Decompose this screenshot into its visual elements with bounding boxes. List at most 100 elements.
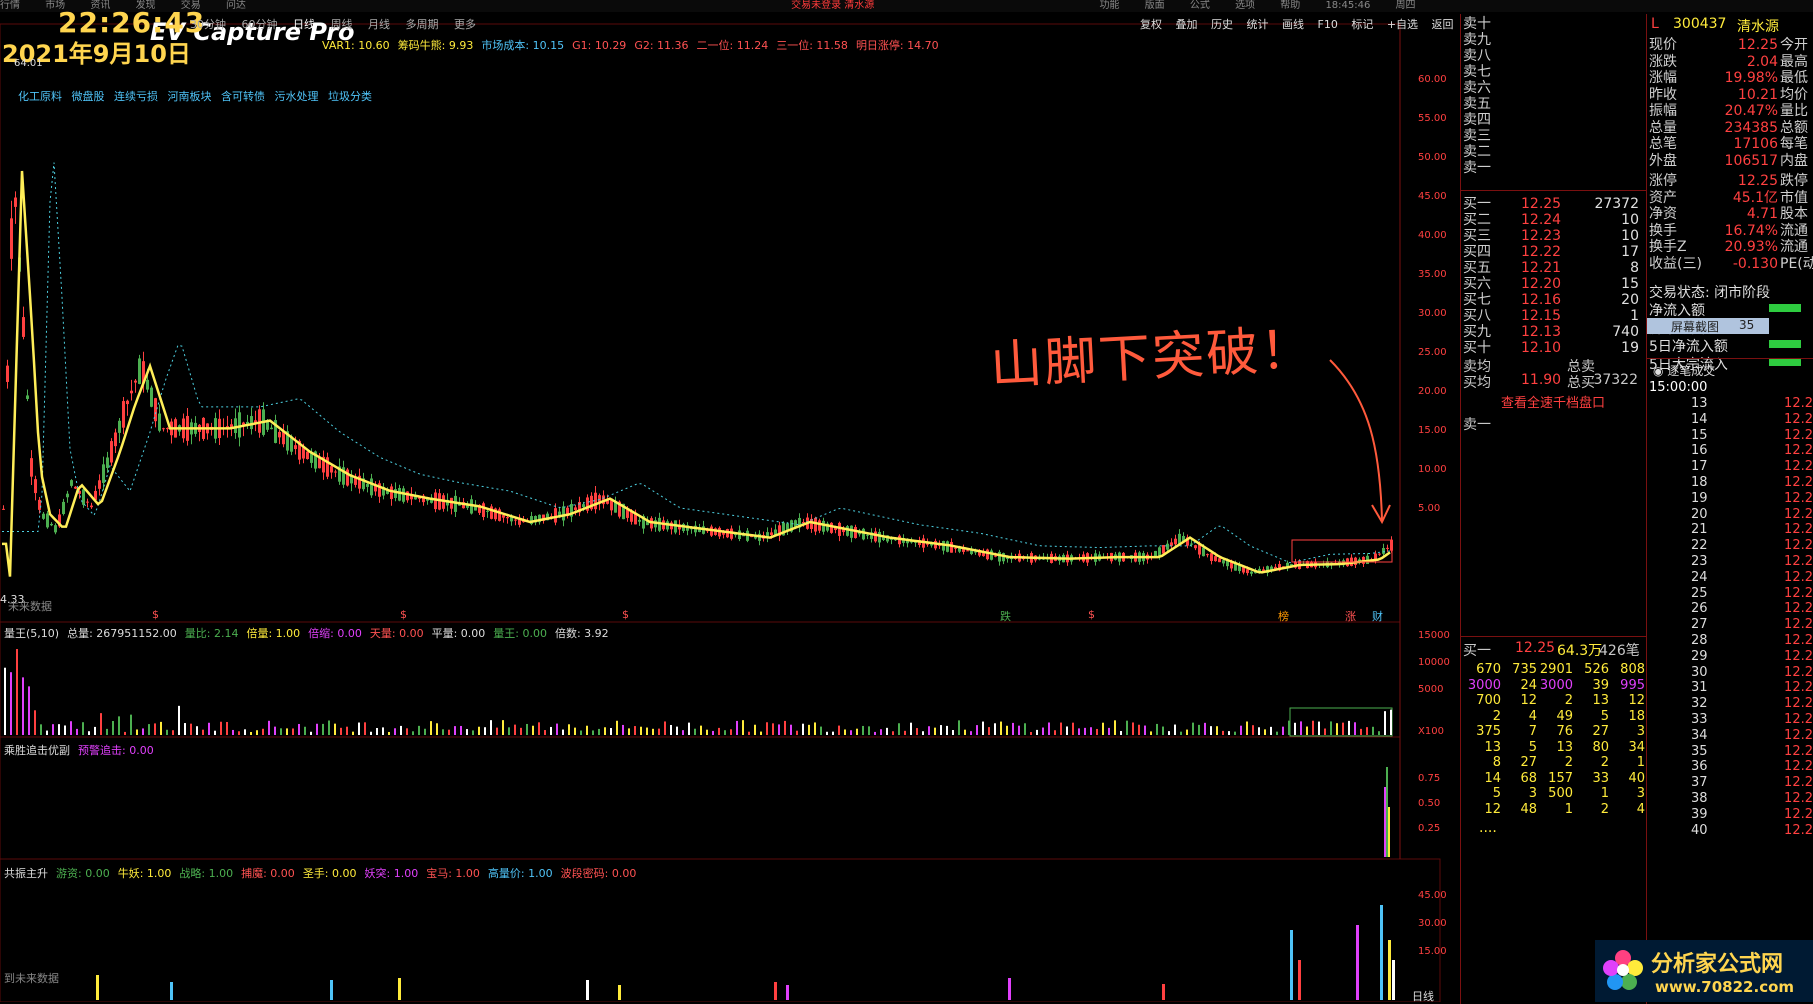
volume-bar <box>1384 711 1386 735</box>
queue-more: .... <box>1479 820 1497 836</box>
volume-bar <box>898 723 900 735</box>
overlay-button[interactable]: 叠加 <box>1176 18 1198 31</box>
candle-body <box>66 493 69 498</box>
candle-body <box>846 526 849 536</box>
volume-bar <box>796 730 798 735</box>
sell-row: 卖十 <box>1461 16 1647 32</box>
volume-bar <box>262 728 264 735</box>
volume-bar <box>730 729 732 735</box>
tab-60min[interactable]: 60分钟 <box>242 18 278 31</box>
concept-tag[interactable]: 含可转债 <box>221 90 265 103</box>
volume-bar <box>1276 731 1278 735</box>
buy-level-label: 买四 <box>1463 244 1491 260</box>
tick-seq: 37 <box>1691 775 1708 791</box>
tick-price: 12.2 <box>1784 522 1813 538</box>
kline-chart-area[interactable] <box>0 0 1460 1002</box>
volume-bar <box>844 729 846 735</box>
queue-cell: 13 <box>1484 739 1501 755</box>
buy-price: 12.13 <box>1521 324 1562 340</box>
volume-bar <box>226 721 228 735</box>
tab-multi-period[interactable]: 多周期 <box>406 18 439 31</box>
queue-cell: 157 <box>1548 770 1573 786</box>
quote-row: 振幅 20.47% 量比 <box>1649 102 1813 120</box>
volume-bar <box>244 729 246 735</box>
peak-price-label: 64.01 <box>14 58 43 69</box>
quote-value: 12.25 <box>1737 173 1778 189</box>
indicator1-tick: 0.50 <box>1418 798 1441 809</box>
volume-bar <box>772 723 774 735</box>
volume-bar <box>994 723 996 735</box>
volume-bar <box>622 724 624 735</box>
sell-level-label: 卖三 <box>1463 128 1491 144</box>
volume-bar <box>1312 720 1314 735</box>
tick-seq: 33 <box>1691 712 1708 727</box>
volume-bar <box>562 729 564 735</box>
concept-tag[interactable]: 垃圾分类 <box>328 90 372 103</box>
logo-cn: 分析家公式网 <box>1651 952 1784 977</box>
tab-day[interactable]: 日线 <box>293 18 315 31</box>
volume-bar <box>544 730 546 735</box>
concept-tag[interactable]: 连续亏损 <box>114 90 158 103</box>
volume-bar <box>106 728 108 735</box>
indicator2-bar <box>96 975 99 1000</box>
concept-tag[interactable]: 微盘股 <box>72 90 105 103</box>
tab-more[interactable]: 更多 <box>454 18 476 31</box>
volume-bar <box>370 731 372 735</box>
queue-cell: 5 <box>1600 708 1609 724</box>
concept-tag[interactable]: 河南板块 <box>168 90 212 103</box>
buy-row: 买八 12.15 1 <box>1461 308 1647 324</box>
price-tick: 20.00 <box>1418 386 1447 397</box>
f10-button[interactable]: F10 <box>1318 18 1338 31</box>
volume-bar <box>712 730 714 735</box>
candle-body <box>1190 543 1193 545</box>
candle-body <box>850 525 853 538</box>
concept-tag[interactable]: 化工原料 <box>18 90 62 103</box>
candle-body <box>1162 545 1165 554</box>
volume-bar <box>658 728 660 735</box>
volume-bar <box>1342 722 1344 735</box>
volume-bar <box>1078 728 1080 735</box>
price-tick: 40.00 <box>1418 230 1447 241</box>
concept-tag[interactable]: 污水处理 <box>275 90 319 103</box>
volume-bar <box>676 726 678 735</box>
queue-cell: 14 <box>1484 770 1501 786</box>
queue-cell: 2 <box>1564 693 1573 708</box>
full-depth-link[interactable]: 查看全速千档盘口 <box>1501 392 1605 411</box>
volume-bar <box>4 667 6 735</box>
sell-row: 卖七 <box>1461 64 1647 80</box>
tab-week[interactable]: 周线 <box>331 18 353 31</box>
queue-cell: 2 <box>1600 755 1609 770</box>
volume-bar <box>766 722 768 735</box>
buy-price: 12.16 <box>1521 292 1562 308</box>
quote-value: 234385 <box>1724 119 1778 136</box>
divider <box>1647 358 1813 359</box>
quote-label-2: 总额 <box>1780 119 1808 136</box>
candle-body <box>554 508 557 523</box>
candle-body <box>814 517 817 532</box>
quote-row: 资产 45.1亿 市值 <box>1649 189 1813 207</box>
buy-row: 买十 12.10 19 <box>1461 340 1647 356</box>
queue-cell: 7 <box>1528 724 1537 739</box>
volume-bar <box>1060 722 1062 735</box>
candle-body <box>122 401 125 428</box>
tab-month[interactable]: 月线 <box>368 18 390 31</box>
volume-bar <box>1282 726 1284 735</box>
queue-cell: 12 <box>1628 693 1645 708</box>
volume-bar <box>604 727 606 735</box>
candle-body <box>162 428 165 430</box>
history-button[interactable]: 历史 <box>1211 18 1233 31</box>
quote-label-2: PE(动 <box>1780 255 1813 272</box>
draw-line-button[interactable]: 画线 <box>1282 18 1304 31</box>
stats-button[interactable]: 统计 <box>1247 18 1269 31</box>
volume-bar <box>478 726 480 735</box>
buy-level-label: 买七 <box>1463 292 1491 308</box>
volume-bar <box>184 723 186 735</box>
volume-bar <box>928 726 930 735</box>
mark-button[interactable]: 标记 <box>1351 18 1373 31</box>
tab-30min[interactable]: 30分钟 <box>190 18 226 31</box>
price-tick: 15.00 <box>1418 425 1447 436</box>
rights-adjust-button[interactable]: 复权 <box>1140 18 1162 31</box>
volume-bar <box>802 723 804 735</box>
quote-label: 现价 <box>1649 37 1677 53</box>
candle-body <box>990 550 993 560</box>
